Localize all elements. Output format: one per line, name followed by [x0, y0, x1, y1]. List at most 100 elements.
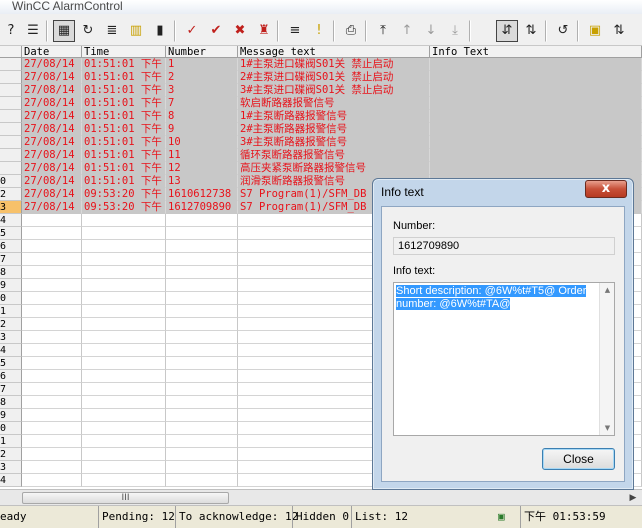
table-row[interactable]: 27/08/14 01:51:01 下午 8 1#主泵断路器报警信号: [0, 110, 642, 123]
table-row[interactable]: 27/08/14 01:51:01 下午 10 3#主泵断路器报警信号: [0, 136, 642, 149]
close-icon[interactable]: x: [585, 180, 627, 198]
info-text-scrollbar[interactable]: ▲ ▼: [599, 283, 614, 435]
horizontal-scrollbar[interactable]: III ▶: [0, 489, 642, 505]
cell-message-text: 3#主泵进口碟阀S01关 禁止启动: [238, 84, 430, 97]
archive-icon[interactable]: ▥: [125, 20, 147, 42]
cell-date: [22, 370, 82, 383]
row-number[interactable]: [0, 97, 22, 110]
row-number[interactable]: 0: [0, 292, 22, 305]
row-number[interactable]: 8: [0, 396, 22, 409]
column-header-time[interactable]: Time: [82, 46, 166, 58]
table-row[interactable]: 27/08/14 01:51:01 下午 9 2#主泵断路器报警信号: [0, 123, 642, 136]
cell-number: [166, 279, 238, 292]
cell-info-text: [430, 71, 642, 84]
group-acknowledge-icon[interactable]: ✔: [205, 20, 227, 42]
emergency-acknowledge-icon[interactable]: ✖: [229, 20, 251, 42]
cell-date: 27/08/14: [22, 58, 82, 71]
row-number[interactable]: [0, 110, 22, 123]
row-number[interactable]: 6: [0, 370, 22, 383]
row-number[interactable]: 0: [0, 175, 22, 188]
first-icon[interactable]: ⤒: [372, 20, 394, 42]
hit-list-icon[interactable]: ≣: [101, 20, 123, 42]
cell-time: 01:51:01 下午: [82, 110, 166, 123]
table-view-icon[interactable]: ▦: [53, 20, 75, 42]
row-number[interactable]: 8: [0, 266, 22, 279]
sort-icon[interactable]: ⇅: [608, 20, 630, 42]
row-number[interactable]: 6: [0, 240, 22, 253]
table-row[interactable]: 27/08/14 01:51:01 下午 3 3#主泵进口碟阀S01关 禁止启动: [0, 84, 642, 97]
table-row[interactable]: 27/08/14 01:51:01 下午 1 1#主泵进口碟阀S01关 禁止启动: [0, 58, 642, 71]
row-number[interactable]: 3: [0, 331, 22, 344]
table-row[interactable]: 27/08/14 01:51:01 下午 12 高压夹紧泵断路器报警信号: [0, 162, 642, 175]
row-number[interactable]: [0, 149, 22, 162]
row-number[interactable]: 2: [0, 188, 22, 201]
row-number[interactable]: 4: [0, 474, 22, 487]
autoscroll-icon[interactable]: ⇵: [496, 20, 518, 42]
table-row[interactable]: 27/08/14 01:51:01 下午 7 软启断路器报警信号: [0, 97, 642, 110]
number-field[interactable]: 1612709890: [393, 237, 615, 255]
statistics-icon[interactable]: ▮: [149, 20, 171, 42]
scroll-right-icon[interactable]: ▶: [626, 492, 640, 504]
row-number[interactable]: [0, 136, 22, 149]
refresh-icon[interactable]: ↻: [77, 20, 99, 42]
column-header-date[interactable]: Date: [22, 46, 82, 58]
horn-icon[interactable]: ♜: [253, 20, 275, 42]
row-number[interactable]: 7: [0, 383, 22, 396]
lock-icon[interactable]: ▣: [584, 20, 606, 42]
row-number[interactable]: 9: [0, 409, 22, 422]
scroll-up-icon[interactable]: ▲: [600, 283, 615, 297]
row-number[interactable]: 1: [0, 435, 22, 448]
table-row[interactable]: 27/08/14 01:51:01 下午 11 循环泵断路器报警信号: [0, 149, 642, 162]
row-number[interactable]: 0: [0, 422, 22, 435]
cell-time: [82, 396, 166, 409]
row-number[interactable]: [0, 84, 22, 97]
row-number[interactable]: [0, 71, 22, 84]
last-icon[interactable]: ⤓: [444, 20, 466, 42]
column-header-info-text[interactable]: Info Text: [430, 46, 642, 58]
row-number[interactable]: 3: [0, 201, 22, 214]
row-number[interactable]: 5: [0, 357, 22, 370]
acknowledge-icon[interactable]: ✓: [181, 20, 203, 42]
cell-number: 9: [166, 123, 238, 136]
info-text-field[interactable]: Short description: @6W%t#T5@ Order numbe…: [393, 282, 615, 436]
cell-date: [22, 279, 82, 292]
row-number[interactable]: 5: [0, 227, 22, 240]
scroll-down-icon[interactable]: ▼: [600, 421, 615, 435]
reset-icon[interactable]: ↺: [552, 20, 574, 42]
column-header-message-text[interactable]: Message text: [238, 46, 430, 58]
row-number[interactable]: 7: [0, 253, 22, 266]
cell-number: [166, 461, 238, 474]
row-number[interactable]: 3: [0, 461, 22, 474]
selection-icon[interactable]: ≡: [284, 20, 306, 42]
cell-date: 27/08/14: [22, 201, 82, 214]
help-icon[interactable]: ?: [0, 20, 22, 42]
previous-icon[interactable]: ↑: [396, 20, 418, 42]
column-header-number[interactable]: Number: [166, 46, 238, 58]
cell-number: [166, 422, 238, 435]
cell-time: [82, 318, 166, 331]
row-number[interactable]: [0, 58, 22, 71]
row-number[interactable]: 9: [0, 279, 22, 292]
next-icon[interactable]: ↓: [420, 20, 442, 42]
row-number[interactable]: 4: [0, 214, 22, 227]
message-list-icon[interactable]: ☰: [22, 20, 44, 42]
cell-number: [166, 318, 238, 331]
print-icon[interactable]: ⎙: [340, 20, 362, 42]
close-button[interactable]: Close: [542, 448, 615, 470]
cell-number: 12: [166, 162, 238, 175]
info-text-icon[interactable]: !: [308, 20, 330, 42]
scroll-thumb[interactable]: III: [22, 492, 229, 504]
cell-time: [82, 253, 166, 266]
table-row[interactable]: 27/08/14 01:51:01 下午 2 2#主泵进口碟阀S01关 禁止启动: [0, 71, 642, 84]
cell-date: [22, 396, 82, 409]
row-number[interactable]: 2: [0, 318, 22, 331]
cell-message-text: 循环泵断路器报警信号: [238, 149, 430, 162]
row-number[interactable]: 2: [0, 448, 22, 461]
cell-number: [166, 474, 238, 487]
row-number[interactable]: [0, 162, 22, 175]
row-number[interactable]: [0, 123, 22, 136]
cell-number: 7: [166, 97, 238, 110]
row-number[interactable]: 1: [0, 305, 22, 318]
sort-icon[interactable]: ⇅: [520, 20, 542, 42]
row-number[interactable]: 4: [0, 344, 22, 357]
